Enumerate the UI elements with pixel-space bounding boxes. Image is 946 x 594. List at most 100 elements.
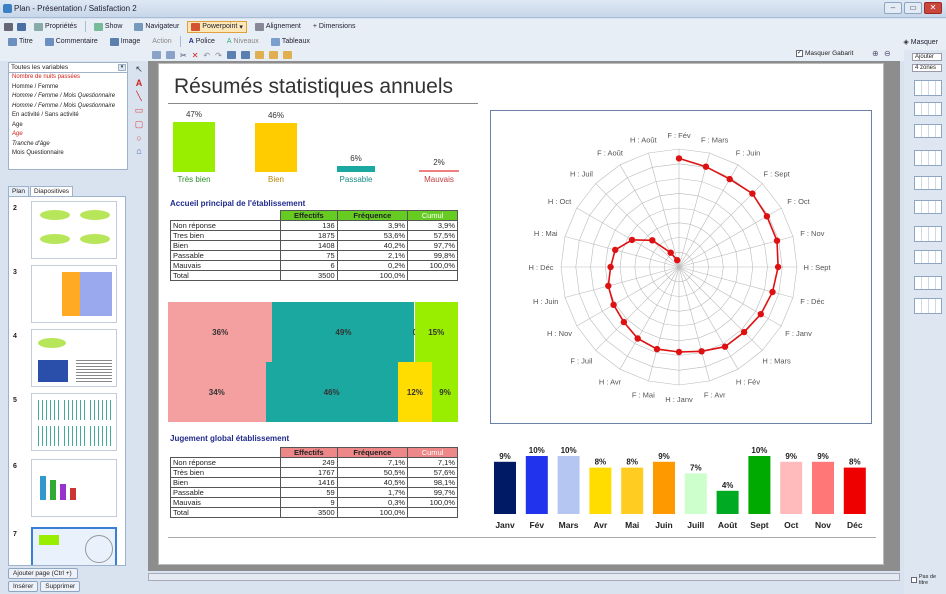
title-button[interactable]: Titre [4,36,37,48]
radar-axis-label: H : Mai [534,229,558,238]
variable-item[interactable]: Homme / Femme [9,83,127,93]
variable-item[interactable]: En activité / Sans activité [9,111,127,121]
zones-select[interactable]: 4 zones [912,64,942,72]
redo-icon[interactable]: ↷ [215,51,222,60]
paste-icon[interactable] [152,51,161,59]
chevron-down-icon: ▾ [239,23,243,31]
pointer-icon[interactable]: ↖ [135,64,143,75]
rounded-rect-tool-icon[interactable]: ▢ [135,119,144,130]
slide-thumbnail[interactable] [31,393,117,451]
layout-thumbnail[interactable] [914,80,942,96]
slide-actions: Ajouter page (Ctrl +) Insérer Supprimer [8,568,81,592]
table-cell: Bien [170,240,281,251]
radar-axis-label: F : Nov [800,229,824,238]
layout-thumbnail[interactable] [914,226,942,242]
layout-thumbnail[interactable] [914,102,942,116]
tables-button[interactable]: Tableaux [267,36,314,48]
action-label: Action [152,38,172,45]
image-icon [109,37,119,46]
table-cell: 40,5% [336,477,409,488]
group-icon[interactable] [254,51,264,59]
slide-thumbnail[interactable] [31,527,117,565]
show-button[interactable]: Show [90,21,127,33]
action-button[interactable]: Action [148,36,175,47]
text-tool-icon[interactable]: A [136,78,143,88]
layout-thumbnail[interactable] [914,298,942,314]
layout-thumbnail[interactable] [914,250,942,264]
shape-tool-icon[interactable]: ⌂ [136,146,141,156]
month-category-label: Janv [495,520,515,530]
table-header-cell: Fréquence [336,447,409,458]
variable-item[interactable]: Homme / Femme / Mois Questionnaire [9,102,127,112]
variable-item[interactable]: Mois Questionnaire [9,149,127,159]
title-icon [8,37,17,46]
slide-thumbnail[interactable] [31,329,117,387]
maximize-button[interactable]: ▭ [904,2,922,14]
minimize-button[interactable]: – [884,2,902,14]
variable-item[interactable]: Nombre de nuits passées [9,73,127,83]
radar-axis-label: H : Fév [736,377,760,386]
cut-icon[interactable]: ✂ [180,51,187,60]
horizontal-scrollbar[interactable] [148,573,900,581]
layout-thumbnail[interactable] [914,124,942,138]
month-value-label: 7% [690,463,702,472]
navigator-button[interactable]: Navigateur [130,21,183,33]
powerpoint-button[interactable]: Powerpoint ▾ [187,20,247,33]
image-button[interactable]: Image [106,36,144,48]
layout-thumbnail[interactable] [914,276,942,290]
rating-category-label: Mauvais [424,175,454,184]
variable-item[interactable]: Age [9,121,127,131]
variable-item[interactable]: Age [9,130,127,140]
no-title-label: Pas de titre [918,574,937,586]
add-page-button[interactable]: Ajouter page (Ctrl +) [8,568,78,579]
hide-button[interactable]: ◈ Masquer [899,36,942,48]
properties-button[interactable]: Propriétés [30,21,81,33]
save-icon[interactable] [17,22,26,31]
slide-thumbnail[interactable] [31,201,117,259]
add-layout-button[interactable]: Ajouter [912,53,942,61]
font-button[interactable]: A Police [185,36,219,47]
variable-filter-select[interactable]: Toutes les variables ▾ [9,63,127,73]
ellipse-tool-icon[interactable]: ○ [136,133,141,143]
variable-item[interactable]: Tranche d'âge [9,140,127,150]
radar-point [757,311,764,318]
chart-icon[interactable] [240,51,250,59]
slide-thumbnail[interactable] [31,459,117,517]
levels-button[interactable]: A Niveaux [223,36,263,47]
month-category-label: Fév [529,520,544,530]
variable-item[interactable]: Homme / Femme / Mois Questionnaire [9,92,127,102]
layout-icon[interactable] [226,51,236,59]
stacked-rating-chart: 36%49%0%15%34%46%12%9% [168,302,458,422]
close-button[interactable]: ✕ [924,2,942,14]
ungroup-icon[interactable] [268,51,278,59]
zoom-in-icon[interactable]: ⊕ [872,49,879,58]
rectangle-tool-icon[interactable]: ▭ [135,105,144,116]
month-bar [494,461,516,514]
layout-thumbnail[interactable] [914,176,942,190]
insert-button[interactable]: Insérer [8,581,39,592]
comment-button[interactable]: Commentaire [41,36,102,48]
slide-thumbnail[interactable] [31,265,117,323]
undo-icon[interactable]: ↶ [203,51,210,60]
thumbnail-graphic [38,426,60,446]
radar-point [749,190,756,197]
slide-number: 7 [13,531,17,538]
no-title-checkbox[interactable] [911,577,917,583]
line-tool-icon[interactable]: ╲ [136,91,141,102]
month-value-label: 4% [722,481,734,490]
layout-thumbnail[interactable] [914,200,942,214]
hide-template-checkbox[interactable]: ✓ [796,50,803,57]
layout-thumbnail[interactable] [914,150,942,166]
powerpoint-icon [191,22,201,31]
alignment-button[interactable]: Alignement [251,21,305,33]
table-cell: 99,8% [407,250,458,261]
arrange-icon[interactable] [282,51,292,59]
copy-icon[interactable] [166,51,175,59]
print-icon[interactable] [4,22,13,31]
slide-number: 3 [13,269,17,276]
table-cell: Mauvais [170,497,281,508]
delete-icon[interactable]: ✕ [192,51,199,60]
delete-button[interactable]: Supprimer [40,581,81,592]
dimensions-button[interactable]: + Dimensions [309,21,360,32]
zoom-out-icon[interactable]: ⊖ [884,49,891,58]
